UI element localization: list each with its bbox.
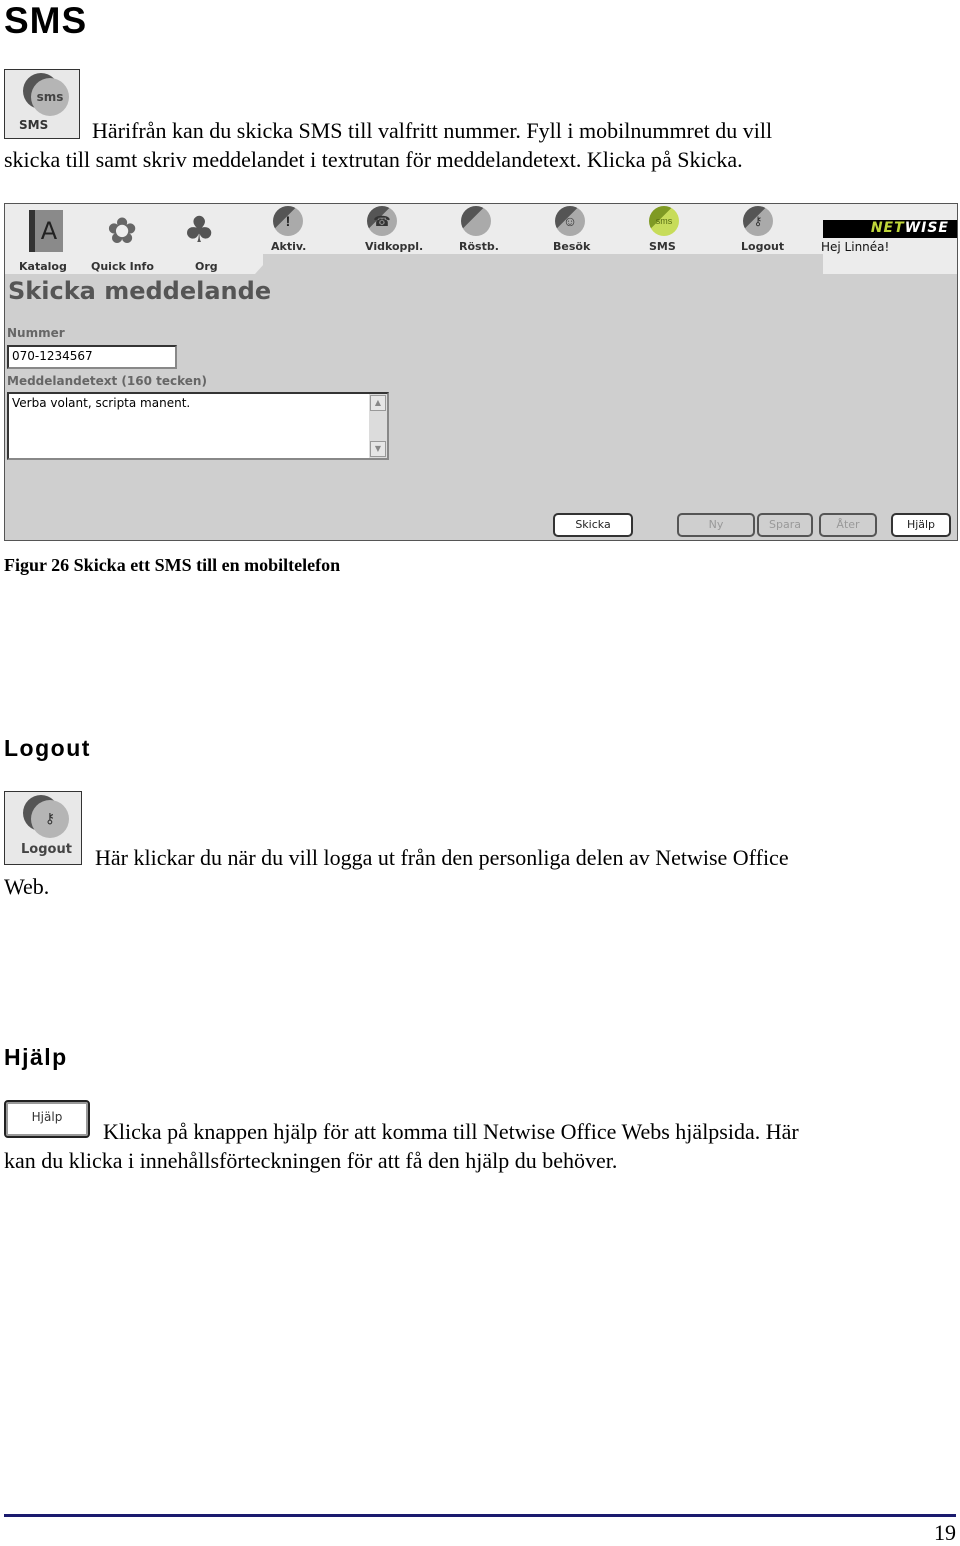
section-heading-help: Hjälp xyxy=(4,1044,68,1070)
section-heading-sms: SMS xyxy=(4,0,88,41)
flower-icon: ✿ xyxy=(107,211,138,252)
scrollbar[interactable]: ▲ ▼ xyxy=(369,394,387,458)
back-button[interactable]: Åter xyxy=(819,513,877,537)
toolbar-item-aktiv[interactable]: ! Aktiv. xyxy=(269,206,319,254)
figure-caption: Figur 26 Skicka ett SMS till en mobiltel… xyxy=(4,555,341,575)
scroll-down-icon[interactable]: ▼ xyxy=(370,441,386,457)
sms-icon: sms xyxy=(649,206,679,236)
toolbar-item-rostb[interactable]: Röstb. xyxy=(457,206,507,254)
sms-paragraph-line2: skicka till samt skriv meddelandet i tex… xyxy=(4,147,743,172)
netwise-logo: NETWISE xyxy=(823,220,957,238)
message-label: Meddelandetext (160 tecken) xyxy=(7,374,207,388)
toolbar-item-logout[interactable]: ⚷ Logout xyxy=(739,206,793,254)
message-textarea[interactable]: Verba volant, scripta manent. ▲ ▼ xyxy=(7,392,389,460)
send-button[interactable]: Skicka xyxy=(553,513,633,537)
greeting: Hej Linnéa! xyxy=(821,240,890,254)
logout-paragraph-line2: Web. xyxy=(4,874,50,899)
page-number: 19 xyxy=(934,1520,956,1545)
sms-icon: sms SMS xyxy=(4,69,80,139)
toolbar-item-sms[interactable]: sms SMS xyxy=(645,206,695,254)
logout-icon: ⚷ Logout xyxy=(4,791,82,865)
help-paragraph-line1: Klicka på knappen hjälp för att komma ti… xyxy=(103,1119,799,1144)
clock-alert-icon: ! xyxy=(273,206,303,236)
footer-rule xyxy=(4,1514,956,1517)
new-button[interactable]: Ny xyxy=(677,513,755,537)
toolbar-item-org[interactable]: ♣ Org xyxy=(177,208,233,274)
save-button[interactable]: Spara xyxy=(757,513,813,537)
tree-icon: ♣ xyxy=(183,210,216,251)
scroll-up-icon[interactable]: ▲ xyxy=(370,395,386,411)
sms-screenshot: A Katalog ✿ Quick Info ♣ Org ! Aktiv. ☎ … xyxy=(4,203,958,541)
help-button[interactable]: Hjälp xyxy=(891,513,951,537)
toolbar-item-besok[interactable]: ☺ Besök xyxy=(551,206,601,254)
number-input[interactable]: 070-1234567 xyxy=(7,345,177,369)
toolbar-item-quick-info[interactable]: ✿ Quick Info xyxy=(89,208,159,274)
key-icon: ⚷ xyxy=(31,800,69,838)
toolbar-item-vidkoppl[interactable]: ☎ Vidkoppl. xyxy=(363,206,423,254)
number-label: Nummer xyxy=(7,326,65,340)
toolbar-item-katalog[interactable]: A Katalog xyxy=(17,208,67,274)
screenshot-page-title: Skicka meddelande xyxy=(8,277,272,305)
visitor-face-icon: ☺ xyxy=(555,206,585,236)
sms-paragraph-line1: Härifrån kan du skicka SMS till valfritt… xyxy=(92,118,773,143)
section-heading-logout: Logout xyxy=(4,735,91,761)
help-paragraph-line2: kan du klicka i innehållsförteckningen f… xyxy=(4,1148,618,1173)
voicemail-icon xyxy=(461,206,491,236)
book-icon: A xyxy=(29,210,63,252)
key-icon: ⚷ xyxy=(743,206,773,236)
phone-forward-icon: ☎ xyxy=(367,206,397,236)
logout-paragraph-line1: Här klickar du när du vill logga ut från… xyxy=(95,845,789,870)
help-button-icon: Hjälp xyxy=(4,1100,90,1138)
